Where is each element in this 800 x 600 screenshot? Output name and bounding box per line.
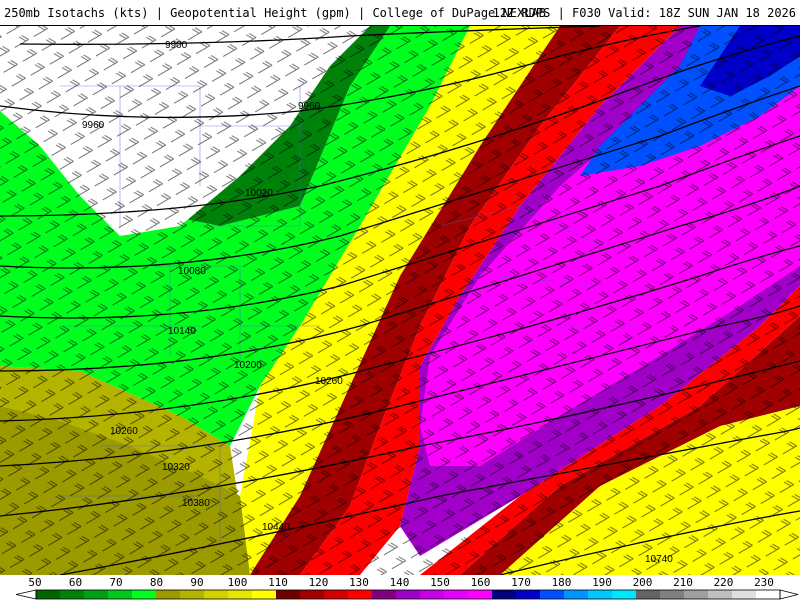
colorbar-swatch bbox=[612, 590, 637, 599]
colorbar-swatch bbox=[756, 590, 781, 599]
colorbar-label: 160 bbox=[470, 576, 491, 589]
colorbar-label: 120 bbox=[308, 576, 329, 589]
contour-label: 10380 bbox=[182, 498, 210, 509]
colorbar-label: 210 bbox=[673, 576, 693, 589]
colorbar-swatch bbox=[180, 590, 205, 599]
product-title: 250mb Isotachs (kts) | Geopotential Heig… bbox=[4, 6, 546, 20]
contour-label: 9900 bbox=[165, 40, 188, 51]
colorbar-swatch bbox=[588, 590, 613, 599]
model-valid-time: 12Z RDPS | F030 Valid: 18Z SUN JAN 18 20… bbox=[492, 6, 796, 20]
colorbar-swatch bbox=[228, 590, 253, 599]
colorbar-swatch bbox=[204, 590, 229, 599]
colorbar-swatch bbox=[684, 590, 709, 599]
colorbar-label: 100 bbox=[227, 576, 248, 589]
colorbar-legend: 50 60 70 80 90 100 110 120 130 140 150 160 170 180 190… bbox=[0, 575, 800, 600]
colorbar-swatch bbox=[732, 590, 757, 599]
colorbar-swatch bbox=[708, 590, 733, 599]
colorbar-swatch bbox=[540, 590, 565, 599]
colorbar-label: 80 bbox=[149, 576, 164, 589]
colorbar-swatch bbox=[108, 590, 133, 599]
wind-barbs bbox=[0, 26, 800, 575]
colorbar-label: 130 bbox=[349, 576, 369, 589]
colorbar-swatch bbox=[156, 590, 181, 599]
contour-label: 10260 bbox=[315, 376, 343, 387]
colorbar-left-arrow bbox=[15, 589, 37, 600]
colorbar-swatch bbox=[372, 590, 397, 599]
colorbar-label: 230 bbox=[754, 576, 774, 589]
colorbar-label: 70 bbox=[109, 576, 123, 589]
colorbar-swatch bbox=[348, 590, 373, 599]
colorbar-right-arrow bbox=[779, 589, 799, 600]
colorbar-label: 200 bbox=[632, 576, 653, 589]
contour-label: 10200 bbox=[234, 360, 262, 371]
colorbar-swatch bbox=[420, 590, 445, 599]
colorbar-label: 110 bbox=[268, 576, 288, 589]
colorbar-label: 220 bbox=[713, 576, 734, 589]
contour-label: 9960 bbox=[298, 101, 321, 112]
colorbar-swatch bbox=[468, 590, 493, 599]
colorbar-swatch bbox=[252, 590, 277, 599]
colorbar-label: 150 bbox=[430, 576, 450, 589]
colorbar-swatch bbox=[324, 590, 349, 599]
contour-label: 10320 bbox=[162, 462, 190, 473]
colorbar-swatch bbox=[660, 590, 685, 599]
colorbar-label: 140 bbox=[389, 576, 410, 589]
colorbar-swatch bbox=[444, 590, 469, 599]
contour-label: 10080 bbox=[178, 266, 206, 277]
map-header: 250mb Isotachs (kts) | Geopotential Heig… bbox=[0, 0, 800, 26]
colorbar-swatch bbox=[84, 590, 109, 599]
colorbar-swatch bbox=[132, 590, 157, 599]
colorbar-label: 60 bbox=[68, 576, 83, 589]
colorbar-swatch bbox=[636, 590, 661, 599]
contour-label: 10440 bbox=[262, 522, 290, 533]
colorbar-swatch bbox=[396, 590, 421, 599]
contour-label: 9960 bbox=[82, 120, 105, 131]
weather-map: 9900 9960 9960 10020 10080 10140 10200 1… bbox=[0, 26, 800, 575]
colorbar-swatch bbox=[300, 590, 325, 599]
colorbar-swatch bbox=[60, 590, 85, 599]
colorbar-label: 50 bbox=[28, 576, 42, 589]
colorbar-swatch bbox=[492, 590, 517, 599]
colorbar-swatch bbox=[276, 590, 301, 599]
contour-label: 10140 bbox=[168, 326, 196, 337]
colorbar-swatch bbox=[564, 590, 589, 599]
colorbar-swatch bbox=[36, 590, 61, 599]
colorbar-label: 170 bbox=[511, 576, 531, 589]
colorbar-labels: 50 60 70 80 90 100 110 120 130 140 150 160 170 180 190… bbox=[0, 575, 800, 589]
contour-label: 10260 bbox=[110, 426, 138, 437]
colorbar-label: 90 bbox=[190, 576, 204, 589]
colorbar-swatch bbox=[516, 590, 541, 599]
colorbar bbox=[15, 589, 799, 600]
colorbar-label: 180 bbox=[551, 576, 572, 589]
colorbar-label: 190 bbox=[592, 576, 612, 589]
contour-label: 10740 bbox=[645, 554, 673, 565]
contour-label: 10020 bbox=[245, 188, 273, 199]
